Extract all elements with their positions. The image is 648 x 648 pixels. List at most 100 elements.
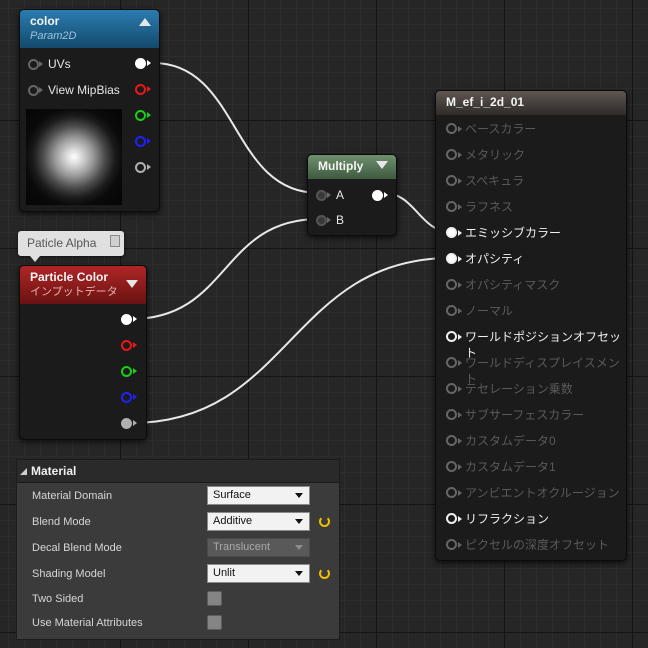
pin-arrow-icon	[458, 516, 462, 522]
pin-ring-icon[interactable]	[446, 227, 457, 238]
pin-ring-icon[interactable]	[121, 340, 132, 351]
pin-ring-icon[interactable]	[121, 314, 132, 325]
material-pin-row[interactable]: オパシティマスク	[436, 272, 626, 298]
multiply-node-header[interactable]: Multiply	[308, 155, 396, 179]
pin-ring-icon[interactable]	[316, 190, 327, 201]
collapse-arrow-icon[interactable]	[126, 280, 138, 288]
output-pin[interactable]	[135, 83, 151, 97]
property-label: Material Domain	[32, 490, 113, 502]
pin-ring-icon[interactable]	[28, 59, 39, 70]
material-pin-row[interactable]: ワールドディスプレイスメント	[436, 350, 626, 386]
multiply-output-pin[interactable]	[372, 190, 383, 201]
material-pin-row[interactable]: ラフネス	[436, 194, 626, 220]
material-result-node[interactable]: M_ef_i_2d_01 ベースカラーメタリックスペキュラ ラフネス エミッシブカラ…	[435, 90, 627, 561]
output-pin[interactable]	[135, 57, 151, 71]
material-pin-row[interactable]: メタリック	[436, 142, 626, 168]
pin-ring-icon[interactable]	[446, 305, 457, 316]
pin-ring-icon[interactable]	[446, 123, 457, 134]
property-label: Blend Mode	[32, 516, 91, 528]
pin-ring-icon[interactable]	[316, 215, 327, 226]
pin-ring-icon[interactable]	[446, 357, 457, 368]
material-section-header[interactable]: Material	[17, 460, 339, 483]
pin-ring-icon[interactable]	[446, 175, 457, 186]
material-pin-row[interactable]: カスタムデータ1	[436, 454, 626, 480]
pin-ring-icon[interactable]	[446, 409, 457, 420]
material-pin-row[interactable]: エミッシブカラー	[436, 220, 626, 246]
pin-ring-icon[interactable]	[446, 383, 457, 394]
output-pin[interactable]	[121, 365, 137, 379]
particle-color-node[interactable]: Particle Color インプットデータ	[19, 265, 147, 440]
pin-ring-icon[interactable]	[446, 435, 457, 446]
property-checkbox[interactable]	[207, 591, 222, 606]
pin-ring-icon[interactable]	[121, 366, 132, 377]
property-dropdown[interactable]: Additive	[207, 512, 310, 531]
pin-ring-icon[interactable]	[28, 85, 39, 96]
material-node-header[interactable]: M_ef_i_2d_01	[436, 91, 626, 115]
pin-ring-icon[interactable]	[446, 201, 457, 212]
pin-ring-icon[interactable]	[121, 392, 132, 403]
material-pin-row[interactable]: ワールドポジションオフセット	[436, 324, 626, 360]
pin-arrow-icon	[133, 368, 137, 374]
material-pin-row[interactable]: リフラクション	[436, 506, 626, 532]
pin-ring-icon[interactable]	[446, 513, 457, 524]
property-dropdown[interactable]: Unlit	[207, 564, 310, 583]
particle-node-header[interactable]: Particle Color インプットデータ	[20, 266, 146, 304]
collapse-arrow-icon[interactable]	[139, 18, 151, 26]
output-pin[interactable]	[135, 109, 151, 123]
collapse-arrow-icon[interactable]	[376, 161, 388, 169]
texture-node-header[interactable]: color Param2D	[20, 10, 159, 48]
pin-label-view-mipbias: View MipBias	[48, 83, 120, 97]
details-panel: Material Material Domain Surface Blend Mod…	[16, 459, 340, 640]
pin-arrow-icon	[458, 542, 462, 548]
material-pin-label: メタリック	[465, 148, 526, 162]
pin-ring-icon[interactable]	[135, 84, 146, 95]
material-pin-row[interactable]: アンビエントオクルージョン	[436, 480, 626, 506]
pin-ring-icon[interactable]	[446, 253, 457, 264]
pin-ring-icon[interactable]	[135, 58, 146, 69]
pin-ring-icon[interactable]	[446, 279, 457, 290]
output-pin[interactable]	[121, 313, 137, 327]
texture-node-subtitle: Param2D	[30, 30, 77, 42]
material-pin-row[interactable]: ベースカラー	[436, 116, 626, 142]
pin-ring-icon[interactable]	[121, 418, 132, 429]
texture-preview-image	[26, 109, 122, 205]
property-dropdown[interactable]: Surface	[207, 486, 310, 505]
property-dropdown: Translucent	[207, 538, 310, 557]
input-pin-a[interactable]: A	[316, 186, 356, 204]
pin-ring-icon[interactable]	[135, 110, 146, 121]
reset-to-default-icon[interactable]	[319, 516, 330, 527]
pin-ring-icon[interactable]	[446, 149, 457, 160]
output-pin[interactable]	[135, 161, 151, 175]
material-pin-label: リフラクション	[465, 512, 550, 526]
output-pin[interactable]	[121, 417, 137, 431]
expand-triangle-icon[interactable]	[20, 468, 27, 475]
comment-pin-icon[interactable]	[110, 235, 120, 247]
output-pin[interactable]	[121, 391, 137, 405]
material-pin-row[interactable]: スペキュラ	[436, 168, 626, 194]
output-pin[interactable]	[135, 135, 151, 149]
material-pin-row[interactable]: ピクセルの深度オフセット	[436, 532, 626, 558]
texture-sample-node[interactable]: color Param2D UVs View MipBias	[19, 9, 160, 212]
reset-to-default-icon[interactable]	[319, 568, 330, 579]
dropdown-caret-icon	[295, 493, 303, 498]
pin-ring-icon[interactable]	[135, 136, 146, 147]
material-pin-row[interactable]: サブサーフェスカラー	[436, 402, 626, 428]
pin-ring-icon[interactable]	[446, 331, 457, 342]
material-pin-row[interactable]: カスタムデータ0	[436, 428, 626, 454]
pin-ring-icon[interactable]	[446, 539, 457, 550]
property-checkbox[interactable]	[207, 615, 222, 630]
multiply-node[interactable]: Multiply A B	[307, 154, 397, 236]
material-pin-row[interactable]: ノーマル	[436, 298, 626, 324]
input-pin-b[interactable]: B	[316, 211, 356, 229]
material-pin-row[interactable]: オパシティ	[436, 246, 626, 272]
input-pin-view-mipbias[interactable]: View MipBias	[28, 81, 138, 99]
comment-bubble[interactable]: Paticle Alpha	[18, 231, 124, 262]
pin-arrow-icon	[458, 126, 462, 132]
pin-ring-icon[interactable]	[446, 461, 457, 472]
input-pin-uvs[interactable]: UVs	[28, 55, 128, 73]
pin-ring-icon[interactable]	[135, 162, 146, 173]
output-pin[interactable]	[121, 339, 137, 353]
material-pin-row[interactable]: テセレーション乗数	[436, 376, 626, 402]
pin-arrow-icon	[147, 138, 151, 144]
pin-ring-icon[interactable]	[446, 487, 457, 498]
